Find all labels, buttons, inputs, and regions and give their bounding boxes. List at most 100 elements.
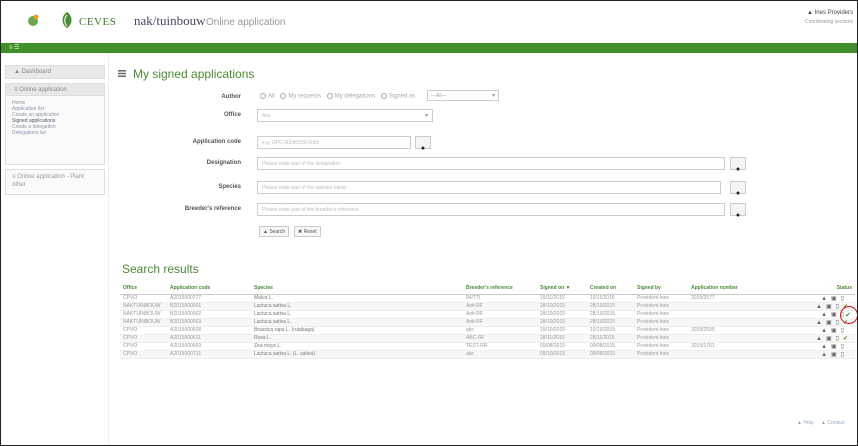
cell-by: Provident Ines bbox=[634, 318, 688, 327]
cell-actions: ▲ ▣ ▯ bbox=[785, 350, 855, 359]
cell-species: Zea mays L. bbox=[251, 342, 463, 351]
species-input[interactable]: Please enter part of the species name bbox=[257, 181, 721, 194]
document-icon[interactable]: ▯ bbox=[841, 351, 844, 358]
col-application-number[interactable]: Application number bbox=[688, 283, 785, 295]
cell-number bbox=[688, 334, 785, 343]
species-label: Species bbox=[218, 184, 241, 190]
print-icon[interactable]: ▣ bbox=[831, 311, 837, 318]
cell-number bbox=[688, 310, 785, 319]
contact-link[interactable]: ▲ Contact bbox=[821, 420, 845, 426]
view-icon[interactable]: ▲ bbox=[816, 304, 822, 310]
cell-by: Provident Ines bbox=[634, 302, 688, 311]
cell-code: B2015000002 bbox=[167, 310, 251, 319]
cell-signed: 19/10/2015 bbox=[537, 326, 587, 335]
author-radio-my-requests[interactable] bbox=[280, 93, 287, 99]
footer-links: ▲ Help ▲ Contact bbox=[791, 420, 845, 426]
view-icon[interactable]: ▲ bbox=[821, 352, 827, 358]
author-option-my-delegations-label: My delegations bbox=[334, 93, 376, 100]
col-created-on[interactable]: Created on bbox=[587, 283, 634, 295]
table-row[interactable]: NAKTUINBOUW B2015000001 Lactuca sativa L. A… bbox=[120, 302, 855, 311]
view-icon[interactable]: ▲ bbox=[821, 312, 827, 318]
cell-number: 2015/2595 bbox=[688, 326, 785, 335]
print-icon[interactable]: ▣ bbox=[826, 335, 832, 342]
cell-species: Brassica rapa L. (rutabaga) bbox=[251, 326, 463, 335]
print-icon[interactable]: ▣ bbox=[831, 327, 837, 334]
print-icon[interactable]: ▣ bbox=[826, 319, 832, 326]
col-species[interactable]: Species bbox=[251, 283, 463, 295]
highlight-circle: ✔ bbox=[840, 306, 857, 324]
cell-species: Lactuca sativa L. bbox=[251, 310, 463, 319]
col-breeders-reference[interactable]: Breeder's reference bbox=[463, 283, 537, 295]
print-icon[interactable]: ▣ bbox=[831, 343, 837, 350]
cell-office: NAKTUINBOUW bbox=[120, 318, 167, 327]
reset-button[interactable]: ✖ Reset bbox=[294, 226, 321, 237]
sidebar-item-delegations-list[interactable]: Delegations list bbox=[12, 130, 104, 136]
list-icon bbox=[118, 70, 126, 77]
table-row[interactable]: NAKTUINBOUW B2015000002 Lactuca sativa L. A… bbox=[120, 310, 855, 319]
cell-office: NAKTUINBOUW bbox=[120, 310, 167, 319]
col-signed-on[interactable]: Signed on ▼ bbox=[537, 283, 587, 295]
print-icon[interactable]: ▣ bbox=[831, 351, 837, 358]
view-icon[interactable]: ▲ bbox=[816, 320, 822, 326]
breeders-reference-input[interactable]: Please enter part of the breeder's refer… bbox=[257, 203, 725, 216]
signed-as-select[interactable]: —All— ▾ bbox=[427, 90, 499, 101]
col-office[interactable]: Office bbox=[120, 283, 167, 295]
document-icon[interactable]: ▯ bbox=[836, 319, 839, 326]
cell-created: 28/10/2015 bbox=[587, 302, 634, 311]
author-radio-my-delegations[interactable] bbox=[326, 93, 333, 99]
cell-created: 28/10/2015 bbox=[587, 318, 634, 327]
table-row[interactable]: CPVO A2015000611 Rosa L. ABC-RF 28/11/2015 28… bbox=[120, 334, 855, 343]
author-radio-all[interactable] bbox=[260, 93, 266, 99]
designation-search-button[interactable]: ● bbox=[730, 157, 746, 173]
table-row[interactable]: CPVO A2015000608 Brassica rapa L. (rutabag… bbox=[120, 326, 855, 335]
cell-code: B2015000003 bbox=[167, 318, 251, 327]
col-signed-by[interactable]: Signed by bbox=[634, 283, 688, 295]
search-button[interactable]: ▲ Search bbox=[259, 226, 290, 237]
sidebar-group-plant-other[interactable]: ≡ Online application - Plant other bbox=[5, 169, 105, 195]
cell-by: Provident Ines bbox=[634, 310, 688, 319]
cell-actions: ▲ ▣ ▯ bbox=[785, 294, 855, 303]
view-icon[interactable]: ▲ bbox=[821, 296, 827, 302]
user-name[interactable]: ▲ Ines Providers bbox=[793, 10, 853, 16]
document-icon[interactable]: ▯ bbox=[841, 295, 844, 302]
check-icon: ✔ bbox=[842, 335, 848, 342]
results-table-body: CPVO A2015000777 Malva L. 84/TTI 19/11/2015 1… bbox=[120, 294, 855, 359]
cell-signed: 28/10/2015 bbox=[537, 302, 587, 311]
species-placeholder: Please enter part of the species name bbox=[262, 185, 347, 191]
application-code-placeholder: e.g. GPC-00000000-0000 bbox=[262, 140, 320, 146]
author-option-my-requests-label: My requests bbox=[288, 93, 322, 100]
print-icon[interactable]: ▣ bbox=[831, 295, 837, 302]
view-icon[interactable]: ▲ bbox=[821, 344, 827, 350]
ceves-logo-text: CEVES bbox=[79, 16, 117, 28]
help-link[interactable]: ▲ Help bbox=[797, 420, 814, 426]
col-application-code[interactable]: Application code bbox=[167, 283, 251, 295]
chevron-down-icon: ▾ bbox=[424, 113, 428, 119]
table-row[interactable]: CPVO A2015000777 Malva L. 84/TTI 19/11/2015 1… bbox=[120, 294, 855, 303]
document-icon[interactable]: ▯ bbox=[841, 343, 844, 350]
menu-icon[interactable]: ≡ ☰ bbox=[9, 44, 20, 51]
designation-input[interactable]: Please enter part of the designation bbox=[257, 157, 725, 170]
view-icon[interactable]: ▲ bbox=[816, 336, 822, 342]
print-icon[interactable]: ▣ bbox=[826, 303, 832, 310]
sidebar-dashboard[interactable]: ▲ Dashboard bbox=[5, 65, 105, 79]
breeders-reference-placeholder: Please enter part of the breeder's refer… bbox=[262, 207, 359, 213]
author-radio-signed-as[interactable] bbox=[380, 93, 387, 99]
application-code-input[interactable]: e.g. GPC-00000000-0000 bbox=[257, 136, 411, 149]
table-row[interactable]: CPVO A2015000721 Lactuca sativa L. (L. sat… bbox=[120, 350, 855, 359]
table-row[interactable]: NAKTUINBOUW B2015000003 Lactuca sativa L. A… bbox=[120, 318, 855, 327]
view-icon[interactable]: ▲ bbox=[821, 328, 827, 334]
document-icon[interactable]: ▯ bbox=[836, 303, 839, 310]
species-search-button[interactable]: ● bbox=[730, 181, 746, 197]
office-select[interactable]: Any ▾ bbox=[257, 109, 433, 122]
table-row[interactable]: CPVO A2015000669 Zea mays L. TEST-RR 09/08/2… bbox=[120, 342, 855, 351]
breeders-reference-search-button[interactable]: ● bbox=[730, 203, 746, 219]
application-code-search-button[interactable]: ● bbox=[415, 136, 431, 152]
document-icon[interactable]: ▯ bbox=[841, 327, 844, 334]
ceves-logo-icon bbox=[62, 12, 72, 28]
document-icon[interactable]: ▯ bbox=[836, 335, 839, 342]
user-menu[interactable]: ▲ Ines Providers Coordinating sections bbox=[793, 10, 853, 25]
cell-ref: Anti-RF bbox=[463, 302, 537, 311]
col-status: Status bbox=[785, 283, 855, 295]
designation-label: Designation bbox=[206, 160, 241, 166]
cell-number bbox=[688, 302, 785, 311]
